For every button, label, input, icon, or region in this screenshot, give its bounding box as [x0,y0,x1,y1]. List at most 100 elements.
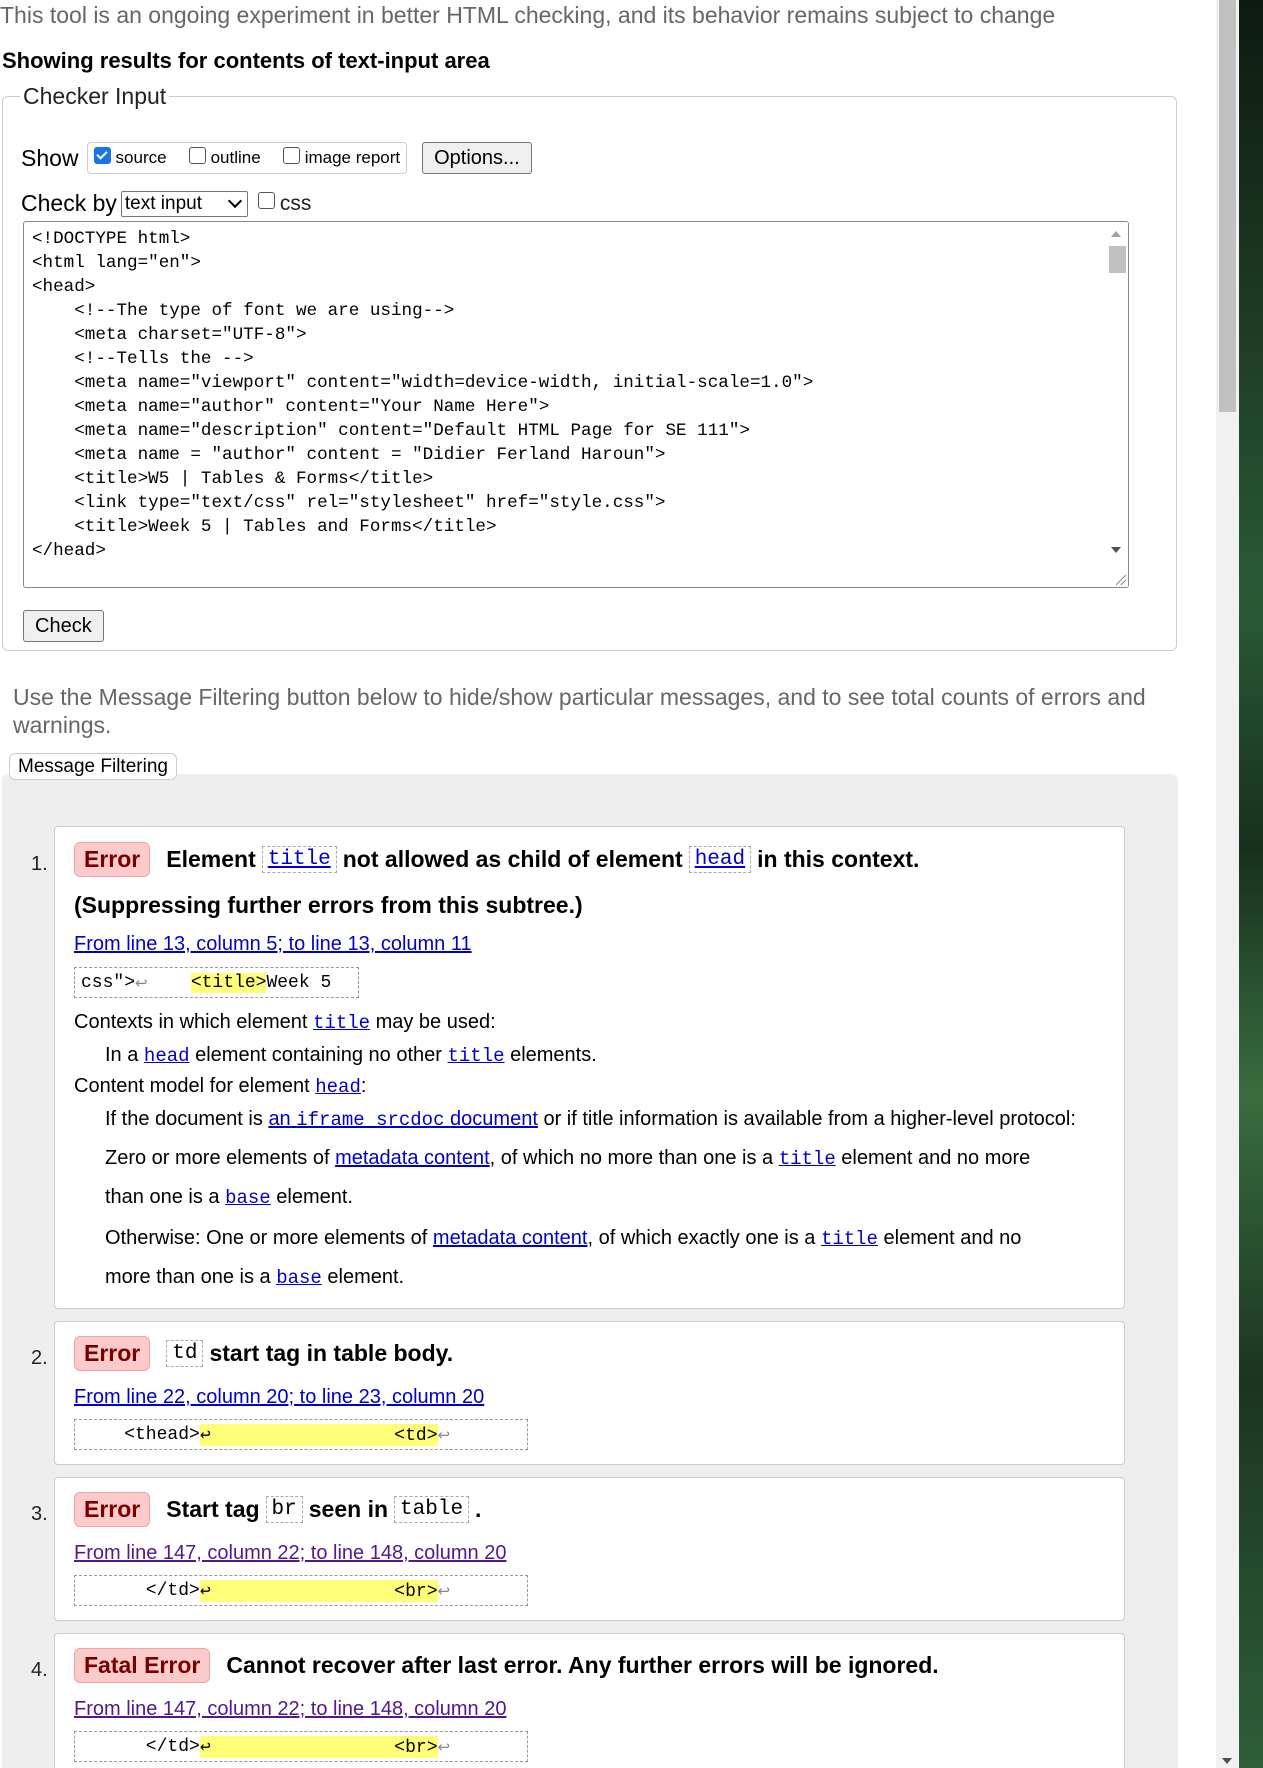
element-link-head[interactable]: head [315,1076,361,1098]
message-text: . [475,1496,482,1522]
show-source-option[interactable]: source [93,146,167,168]
source-extract: </td> ↩ <br> ↩ [74,1575,528,1606]
image-report-label: image report [304,148,401,167]
location-link[interactable]: From line 147, column 22; to line 148, c… [74,1542,506,1565]
resize-handle-icon[interactable] [1116,575,1126,585]
extract-highlight: <title> [190,972,267,993]
error-badge: Error [74,842,151,877]
element-link-title[interactable]: title [313,1012,370,1034]
extract-highlight: ↩ <br> [199,1579,438,1602]
contexts-heading: Contexts in which element title may be u… [74,1011,496,1034]
message-heading: Error Start tag br seen in table. [74,1492,481,1527]
element-link-base[interactable]: base [225,1187,271,1209]
extract-highlight-text: ↩ [199,1425,395,1446]
message-heading: Error td start tag in table body. [74,1336,453,1371]
textarea-scrollbar[interactable] [1105,222,1128,587]
details-text: more than one is a [105,1266,271,1288]
location-link[interactable]: From line 22, column 20; to line 23, col… [74,1386,484,1409]
element-link-head[interactable]: head [144,1045,190,1067]
details-text: Otherwise: One or more elements of [105,1227,428,1249]
message-item: 1. Error Element title not allowed as ch… [31,826,1125,1309]
extract-highlight-text: ↩ [199,1581,395,1602]
check-by-value: text input [124,192,202,214]
details-text: In a [105,1044,139,1066]
check-by-row: Check by text input css [21,190,311,217]
source-textarea[interactable]: <!DOCTYPE html> <html lang="en"> <head> … [23,221,1129,588]
details-text: If the document is [105,1108,263,1130]
message-text: Start tag [166,1496,260,1522]
page-scrollbar[interactable] [1216,0,1239,1768]
details-text: , of which exactly one is a [587,1227,816,1249]
intro-text: This tool is an ongoing experiment in be… [0,2,1056,28]
css-option[interactable]: css [257,191,312,216]
scroll-down-arrow-icon[interactable] [1222,1758,1232,1764]
details-text: element. [327,1266,405,1288]
element-link-head[interactable]: head [688,846,752,873]
location-link[interactable]: From line 147, column 22; to line 148, c… [74,1698,506,1721]
metadata-content-link[interactable]: metadata content [335,1147,490,1169]
source-extract: </td> ↩ <br> ↩ [74,1731,528,1762]
results-heading: Showing results for contents of text-inp… [2,48,490,73]
details-text: than one is a [105,1186,220,1208]
line-feed-icon: ↩ [135,973,148,992]
message-item: 2. Error td start tag in table body. Fro… [31,1321,1125,1465]
show-image-report-option[interactable]: image report [282,146,401,168]
content-model-otherwise-cont: more than one is a base element. [105,1266,404,1289]
metadata-content-link[interactable]: metadata content [433,1227,588,1249]
message-number: 2. [31,1347,48,1369]
checker-legend: Checker Input [20,83,170,110]
location-link[interactable]: From line 13, column 5; to line 13, colu… [74,933,472,956]
extract-highlight-tag: <br> [394,1581,438,1602]
css-checkbox[interactable] [257,192,275,209]
element-link-base[interactable]: base [276,1267,322,1289]
source-extract: css"> ↩ <title> Week 5 [74,967,359,998]
outline-label: outline [210,148,261,167]
link-code: iframe srcdoc [296,1109,445,1131]
message-text: in this context. [757,846,920,872]
content-model-condition: If the document is an iframe srcdoc docu… [105,1108,1076,1131]
link-text: an [268,1108,291,1130]
extract-text: css"> [81,972,136,993]
line-feed-icon: ↩ [437,1737,451,1756]
source-checkbox[interactable] [93,146,111,164]
message-text: Element [166,846,256,872]
message-subtext: (Suppressing further errors from this su… [74,892,583,918]
page-scroll-thumb[interactable] [1219,0,1236,412]
show-row: Show source outline image report Options… [21,142,532,174]
scroll-down-arrow-icon[interactable] [1111,547,1121,553]
message-text: seen in [308,1496,389,1522]
element-link-title[interactable]: title [261,846,337,873]
check-button[interactable]: Check [23,610,104,642]
context-item: In a head element containing no other ti… [105,1044,597,1067]
message-item: 4. Fatal Error Cannot recover after last… [31,1633,1125,1768]
desktop-background [1239,0,1263,1768]
show-label: Show [21,144,79,171]
source-label: source [115,148,167,167]
element-link-title[interactable]: title [779,1148,836,1170]
content-model-heading: Content model for element head: [74,1075,366,1098]
css-label: css [279,191,312,215]
scroll-up-arrow-icon[interactable] [1111,231,1121,237]
message-filtering-button[interactable]: Message Filtering [9,753,177,780]
extract-highlight: ↩ <td> [199,1423,438,1446]
options-button[interactable]: Options... [422,142,532,174]
details-text: Contexts in which element [74,1011,308,1033]
details-text: may be used: [375,1011,496,1033]
content-model-rule: Zero or more elements of metadata conten… [105,1147,1030,1170]
extract-highlight-tag: <br> [394,1737,438,1758]
extract-gap [148,973,191,993]
element-link-title[interactable]: title [821,1228,878,1250]
check-by-select[interactable]: text input [120,190,248,217]
element-code-table: table [394,1496,470,1523]
show-options-group: source outline image report [86,142,408,174]
iframe-srcdoc-link[interactable]: an iframe srcdoc document [268,1108,537,1131]
image-report-checkbox[interactable] [282,146,300,164]
textarea-scroll-thumb[interactable] [1109,246,1126,273]
details-text: element. [276,1186,353,1208]
show-outline-option[interactable]: outline [188,146,261,168]
error-badge: Error [74,1492,151,1527]
element-link-title[interactable]: title [448,1045,505,1067]
outline-checkbox[interactable] [188,146,206,164]
extract-text: </td> [81,1580,200,1601]
element-code-td: td [166,1340,204,1367]
